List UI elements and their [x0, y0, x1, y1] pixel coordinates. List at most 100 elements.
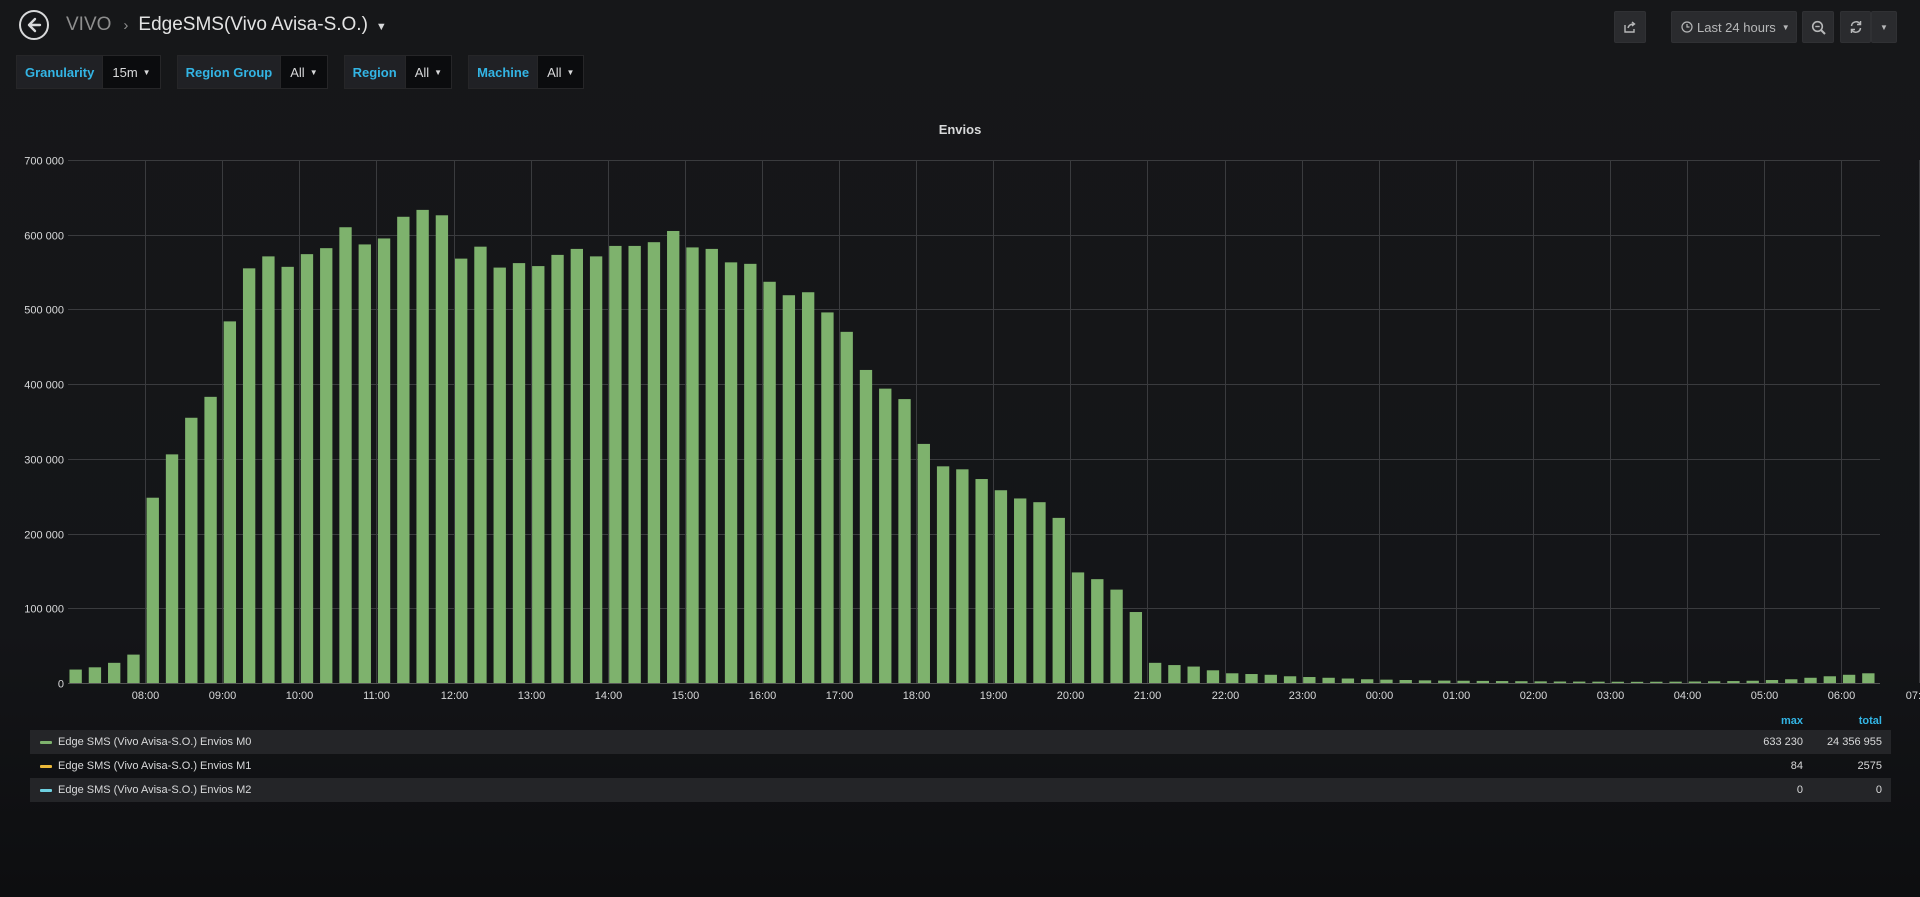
legend-item[interactable]: Edge SMS (Vivo Avisa-S.O.) Envios M1 84 … [30, 754, 1891, 778]
variable-region-select[interactable]: All ▼ [405, 55, 453, 89]
legend-item[interactable]: Edge SMS (Vivo Avisa-S.O.) Envios M0 633… [30, 730, 1891, 754]
x-tick-label: 10:00 [286, 690, 314, 702]
x-tick-label: 04:00 [1674, 690, 1702, 702]
legend-header-max[interactable]: max [1781, 715, 1803, 727]
bar [358, 244, 371, 683]
chevron-right-icon: › [123, 16, 129, 34]
series-color-swatch[interactable] [40, 765, 52, 768]
x-tick-label: 01:00 [1443, 690, 1471, 702]
bar [763, 281, 776, 683]
variable-region-group-select[interactable]: All ▼ [281, 55, 328, 89]
variable-machine: Machine All ▼ [468, 55, 585, 89]
bar [1418, 680, 1432, 683]
series-color-swatch[interactable] [40, 741, 52, 744]
x-tick-label: 00:00 [1366, 690, 1394, 702]
bar [956, 469, 969, 683]
bar [1804, 677, 1817, 683]
dashboard-title[interactable]: EdgeSMS(Vivo Avisa-S.O.) [138, 14, 368, 36]
breadcrumb: VIVO › EdgeSMS(Vivo Avisa-S.O.) ▼ [66, 14, 387, 36]
legend-total-value: 24 356 955 [1826, 736, 1882, 748]
bar [223, 321, 237, 683]
bar [242, 268, 256, 683]
variable-label: Granularity [16, 55, 104, 89]
bar [69, 669, 82, 683]
bar [512, 263, 526, 683]
bar [165, 454, 179, 683]
x-tick-label: 18:00 [903, 690, 931, 702]
x-tick-label: 16:00 [749, 690, 777, 702]
bar [300, 254, 314, 683]
bar [532, 266, 545, 683]
share-icon [1624, 21, 1636, 33]
breadcrumb-folder[interactable]: VIVO [66, 14, 111, 36]
y-tick-label: 600 000 [24, 231, 64, 243]
bar [281, 266, 294, 683]
bar [898, 399, 911, 683]
x-tick-label: 02:00 [1520, 690, 1548, 702]
caret-down-icon: ▼ [1781, 22, 1790, 32]
bar [1110, 589, 1123, 683]
legend-item[interactable]: Edge SMS (Vivo Avisa-S.O.) Envios M2 0 0 [30, 778, 1891, 802]
bar [1573, 681, 1586, 683]
x-tick-label: 09:00 [209, 690, 237, 702]
bar [1148, 662, 1162, 683]
caret-down-icon[interactable]: ▼ [376, 21, 387, 33]
legend-series-name[interactable]: Edge SMS (Vivo Avisa-S.O.) Envios M0 [58, 736, 251, 748]
x-tick-label: 14:00 [595, 690, 623, 702]
bar [975, 479, 988, 683]
bar [628, 245, 641, 684]
x-tick-label: 13:00 [518, 690, 546, 702]
variable-machine-select[interactable]: All ▼ [538, 55, 585, 89]
panel-title[interactable]: Envios [0, 122, 1920, 137]
time-range-picker[interactable]: Last 24 hours ▼ [1671, 11, 1797, 43]
caret-down-icon: ▼ [434, 67, 443, 77]
variable-label: Region [343, 55, 406, 89]
bar [339, 227, 352, 683]
bar [262, 256, 275, 683]
caret-down-icon: ▼ [142, 67, 151, 77]
x-tick-label: 03:00 [1597, 690, 1625, 702]
bar [1785, 679, 1798, 683]
bar [474, 246, 487, 684]
x-tick-label: 17:00 [826, 690, 854, 702]
back-button[interactable] [19, 10, 49, 40]
bar [1553, 681, 1567, 683]
bar [88, 667, 102, 683]
zoom-out-button[interactable] [1802, 11, 1834, 43]
refresh-interval-dropdown[interactable]: ▼ [1871, 11, 1897, 43]
x-tick-label: 23:00 [1289, 690, 1317, 702]
variable-granularity-select[interactable]: 15m ▼ [103, 55, 161, 89]
bar [1688, 681, 1702, 683]
legend-header-total[interactable]: total [1859, 715, 1882, 727]
y-tick-label: 200 000 [24, 530, 64, 542]
bar [1014, 498, 1027, 683]
bar [1669, 681, 1682, 683]
series-color-swatch[interactable] [40, 789, 52, 792]
bar [1322, 677, 1335, 683]
x-tick-label: 22:00 [1212, 690, 1240, 702]
envios-bar-chart[interactable]: 0 100 000 200 000 300 000 400 000 500 000 600 … [0, 140, 1920, 710]
dashboard-navbar: VIVO › EdgeSMS(Vivo Avisa-S.O.) ▼ Last 2… [0, 0, 1920, 54]
bar [320, 248, 333, 683]
legend-series-name[interactable]: Edge SMS (Vivo Avisa-S.O.) Envios M2 [58, 784, 251, 796]
bar [1303, 677, 1316, 683]
bar [1129, 612, 1143, 683]
bar [1052, 517, 1065, 683]
time-range-label: Last 24 hours [1697, 19, 1776, 35]
share-button[interactable] [1614, 11, 1646, 43]
refresh-button[interactable] [1840, 11, 1871, 43]
bar [1457, 680, 1470, 683]
x-tick-label: 15:00 [672, 690, 700, 702]
bar [1361, 679, 1374, 683]
variable-value: 15m [112, 64, 138, 80]
arrow-left-icon [27, 17, 42, 33]
legend-series-name[interactable]: Edge SMS (Vivo Avisa-S.O.) Envios M1 [58, 760, 251, 772]
bar [1226, 673, 1239, 683]
legend-total-value: 2575 [1857, 760, 1882, 772]
legend-max-value: 633 230 [1763, 736, 1803, 748]
x-tick-label: 05:00 [1751, 690, 1779, 702]
bar [1727, 681, 1740, 683]
y-tick-label: 700 000 [24, 156, 64, 168]
caret-down-icon: ▼ [309, 67, 318, 77]
bar [1206, 670, 1220, 683]
